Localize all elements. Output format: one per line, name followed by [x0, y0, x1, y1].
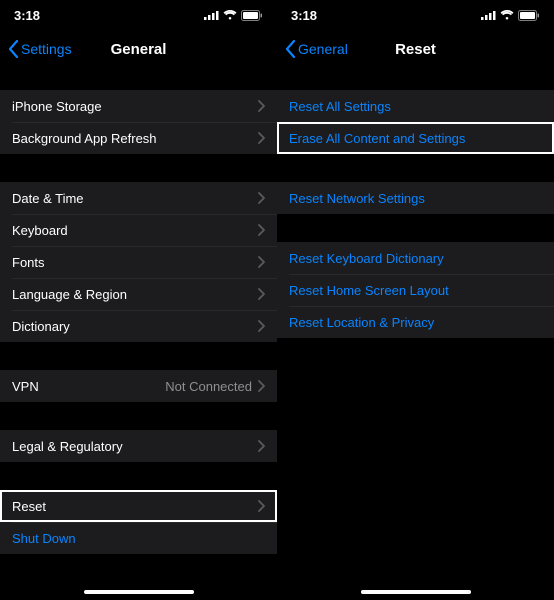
row-iphone-storage[interactable]: iPhone Storage	[0, 90, 277, 122]
settings-group: Reset All Settings Erase All Content and …	[277, 90, 554, 154]
row-reset-home-screen-layout[interactable]: Reset Home Screen Layout	[277, 274, 554, 306]
row-reset-network-settings[interactable]: Reset Network Settings	[277, 182, 554, 214]
row-label: Reset All Settings	[289, 99, 542, 114]
status-time: 3:18	[14, 8, 40, 23]
phone-general: 3:18 Settings General	[0, 0, 277, 600]
row-label: Reset Keyboard Dictionary	[289, 251, 542, 266]
row-label: Keyboard	[12, 223, 258, 238]
chevron-right-icon	[258, 380, 265, 392]
chevron-right-icon	[258, 440, 265, 452]
row-value: Not Connected	[165, 379, 252, 394]
status-bar: 3:18	[0, 0, 277, 30]
settings-group: Reset Network Settings	[277, 182, 554, 214]
row-label: Fonts	[12, 255, 258, 270]
chevron-right-icon	[258, 100, 265, 112]
chevron-right-icon	[258, 132, 265, 144]
nav-bar: Settings General	[0, 30, 277, 68]
row-label: Legal & Regulatory	[12, 439, 258, 454]
row-label: Background App Refresh	[12, 131, 258, 146]
chevron-left-icon	[285, 40, 296, 58]
row-label: Shut Down	[12, 531, 265, 546]
settings-group: Legal & Regulatory	[0, 430, 277, 462]
back-label: Settings	[21, 41, 72, 57]
chevron-right-icon	[258, 500, 265, 512]
row-label: VPN	[12, 379, 165, 394]
row-label: Reset Network Settings	[289, 191, 542, 206]
settings-list: Reset All Settings Erase All Content and …	[277, 68, 554, 600]
settings-group: VPNNot Connected	[0, 370, 277, 402]
chevron-right-icon	[258, 288, 265, 300]
row-vpn[interactable]: VPNNot Connected	[0, 370, 277, 402]
row-reset-all-settings[interactable]: Reset All Settings	[277, 90, 554, 122]
settings-group: iPhone Storage Background App Refresh	[0, 90, 277, 154]
back-button[interactable]: General	[285, 40, 348, 58]
row-shut-down[interactable]: Shut Down	[0, 522, 277, 554]
settings-group: Reset Keyboard Dictionary Reset Home Scre…	[277, 242, 554, 338]
row-label: Date & Time	[12, 191, 258, 206]
row-background-app-refresh[interactable]: Background App Refresh	[0, 122, 277, 154]
wifi-icon	[223, 10, 237, 20]
battery-icon	[241, 10, 263, 21]
chevron-right-icon	[258, 320, 265, 332]
row-reset-location-privacy[interactable]: Reset Location & Privacy	[277, 306, 554, 338]
home-indicator[interactable]	[84, 590, 194, 594]
battery-icon	[518, 10, 540, 21]
status-indicators	[481, 10, 540, 21]
row-label: Erase All Content and Settings	[289, 131, 542, 146]
settings-group: Reset Shut Down	[0, 490, 277, 554]
row-fonts[interactable]: Fonts	[0, 246, 277, 278]
chevron-left-icon	[8, 40, 19, 58]
settings-group: Date & Time Keyboard Fonts Language & Regio…	[0, 182, 277, 342]
row-erase-all-content[interactable]: Erase All Content and Settings	[277, 122, 554, 154]
home-indicator[interactable]	[361, 590, 471, 594]
row-keyboard[interactable]: Keyboard	[0, 214, 277, 246]
chevron-right-icon	[258, 192, 265, 204]
status-time: 3:18	[291, 8, 317, 23]
row-label: Language & Region	[12, 287, 258, 302]
phone-reset: 3:18 General Reset Re	[277, 0, 554, 600]
row-reset[interactable]: Reset	[0, 490, 277, 522]
row-label: Reset Location & Privacy	[289, 315, 542, 330]
settings-list: iPhone Storage Background App Refresh Date…	[0, 68, 277, 600]
row-label: iPhone Storage	[12, 99, 258, 114]
row-language-region[interactable]: Language & Region	[0, 278, 277, 310]
cellular-icon	[204, 10, 219, 20]
row-date-time[interactable]: Date & Time	[0, 182, 277, 214]
status-bar: 3:18	[277, 0, 554, 30]
row-label: Reset	[12, 499, 258, 514]
chevron-right-icon	[258, 256, 265, 268]
wifi-icon	[500, 10, 514, 20]
row-label: Dictionary	[12, 319, 258, 334]
back-label: General	[298, 41, 348, 57]
cellular-icon	[481, 10, 496, 20]
chevron-right-icon	[258, 224, 265, 236]
back-button[interactable]: Settings	[8, 40, 72, 58]
status-indicators	[204, 10, 263, 21]
nav-bar: General Reset	[277, 30, 554, 68]
row-legal-regulatory[interactable]: Legal & Regulatory	[0, 430, 277, 462]
row-dictionary[interactable]: Dictionary	[0, 310, 277, 342]
row-label: Reset Home Screen Layout	[289, 283, 542, 298]
row-reset-keyboard-dictionary[interactable]: Reset Keyboard Dictionary	[277, 242, 554, 274]
